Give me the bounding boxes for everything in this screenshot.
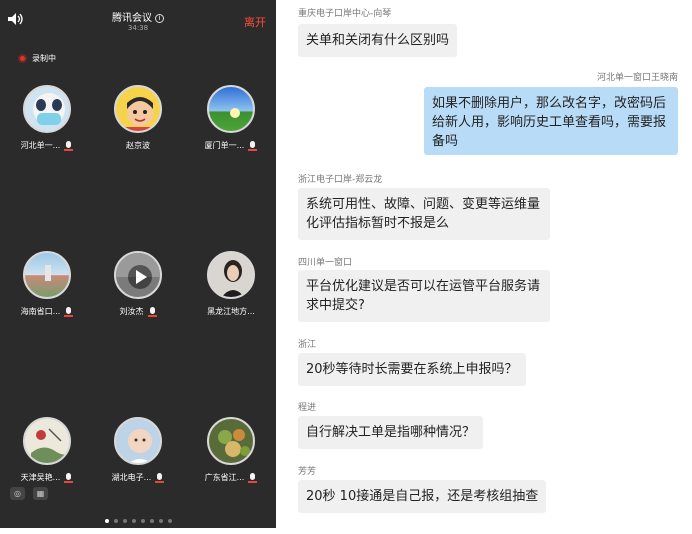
sender-name: 四川单一窗口 bbox=[298, 258, 353, 268]
landmark-avatar bbox=[23, 251, 71, 299]
screen: 腾讯会议 i 34:38 离开 录制中 河北单一... 赵京波 厦门单一... … bbox=[0, 0, 692, 534]
page-indicator[interactable] bbox=[0, 519, 276, 523]
panda-mask-avatar bbox=[23, 85, 71, 133]
meeting-topbar: 腾讯会议 i 34:38 离开 bbox=[0, 0, 276, 36]
participant-tile[interactable]: 黑龙江地方... bbox=[196, 251, 266, 317]
sender-name: 浙江 bbox=[298, 340, 317, 350]
participant-name: 天津吴艳... bbox=[20, 473, 61, 482]
participant-tile[interactable]: 赵京波 bbox=[103, 85, 173, 151]
recording-indicator: 录制中 bbox=[18, 53, 56, 64]
chat-bubble[interactable]: 系统可用性、故障、问题、变更等运维量化评估指标暂时不报是么 bbox=[298, 188, 550, 240]
participant-name: 黑龙江地方... bbox=[207, 307, 255, 316]
mic-icon bbox=[248, 140, 258, 151]
woman-portrait-avatar bbox=[207, 251, 255, 299]
page-dot[interactable] bbox=[122, 519, 127, 523]
page-dot[interactable] bbox=[113, 519, 118, 523]
participant-name: 湖北电子... bbox=[111, 473, 152, 482]
sender-name: 河北单一窗口王晓南 bbox=[596, 73, 678, 83]
page-dot[interactable] bbox=[104, 519, 109, 523]
chat-bubble-self[interactable]: 如果不删除用户，那么改名字，改密码后给新人用，影响历史工单查看吗，需要报备吗 bbox=[424, 87, 678, 155]
baby-avatar bbox=[114, 417, 162, 465]
page-dot[interactable] bbox=[140, 519, 145, 523]
participant-tile[interactable]: 天津吴艳... bbox=[12, 417, 82, 483]
chat-bubble[interactable]: 关单和关闭有什么区别吗 bbox=[298, 24, 458, 57]
landscape-avatar bbox=[207, 85, 255, 133]
participant-name: 海南省口... bbox=[20, 307, 61, 316]
chat-bubble[interactable]: 平台优化建议是否可以在运管平台服务请求中提交? bbox=[298, 270, 550, 322]
meeting-title-text: 腾讯会议 bbox=[112, 13, 152, 24]
chat-bubble[interactable]: 20秒等待时长需要在系统上申报吗？ bbox=[298, 353, 526, 386]
participant-name: 厦门单一... bbox=[204, 141, 245, 150]
page-dot[interactable] bbox=[131, 519, 136, 523]
meeting-panel: 腾讯会议 i 34:38 离开 录制中 河北单一... 赵京波 厦门单一... … bbox=[0, 0, 276, 528]
page-dot[interactable] bbox=[149, 519, 154, 523]
participant-tile[interactable]: 厦门单一... bbox=[196, 85, 266, 151]
bottom-toolbar: ◎ ▦ bbox=[10, 487, 48, 500]
leave-button[interactable]: 离开 bbox=[244, 14, 266, 30]
video-avatar bbox=[114, 251, 162, 299]
participant-tile[interactable]: 广东省江... bbox=[196, 417, 266, 483]
chat-bubble[interactable]: 自行解决工单是指哪种情况？ bbox=[298, 416, 484, 449]
keyboard-icon[interactable]: ▦ bbox=[33, 487, 48, 500]
record-dot-icon bbox=[18, 54, 27, 63]
cartoon-boy-avatar bbox=[114, 85, 162, 133]
sender-name: 程进 bbox=[298, 403, 317, 413]
meeting-duration: 34:38 bbox=[127, 24, 149, 32]
sender-name: 芳芳 bbox=[298, 467, 317, 477]
page-dot[interactable] bbox=[158, 519, 163, 523]
participant-tile[interactable]: 河北单一... bbox=[12, 85, 82, 151]
participant-name: 河北单一... bbox=[20, 141, 61, 150]
participant-name: 赵京波 bbox=[126, 141, 150, 150]
mic-icon bbox=[155, 472, 165, 483]
mic-icon bbox=[64, 140, 74, 151]
mic-icon bbox=[64, 472, 74, 483]
food-avatar bbox=[207, 417, 255, 465]
mic-icon bbox=[147, 306, 157, 317]
chat-bubble[interactable]: 20秒 10接通是自己报，还是考核组抽查 bbox=[298, 480, 547, 513]
chat-panel: 重庆电子口岸中心-向琴 关单和关闭有什么区别吗 河北单一窗口王晓南 如果不删除用… bbox=[276, 0, 692, 534]
page-dot[interactable] bbox=[167, 519, 172, 523]
participant-tile[interactable]: 湖北电子... bbox=[103, 417, 173, 483]
painting-avatar bbox=[23, 417, 71, 465]
meeting-title: 腾讯会议 i bbox=[0, 9, 276, 24]
mic-icon bbox=[64, 306, 74, 317]
globe-icon[interactable]: ◎ bbox=[10, 487, 25, 500]
participant-tile[interactable]: 刘汝杰 bbox=[103, 251, 173, 317]
participant-name: 广东省江... bbox=[204, 473, 245, 482]
info-icon[interactable]: i bbox=[155, 14, 164, 23]
sender-name: 浙江电子口岸-郑云龙 bbox=[298, 175, 383, 185]
participant-name: 刘汝杰 bbox=[119, 307, 144, 316]
mic-icon bbox=[248, 472, 258, 483]
sender-name: 重庆电子口岸中心-向琴 bbox=[298, 9, 392, 19]
recording-label: 录制中 bbox=[32, 54, 56, 63]
participant-tile[interactable]: 海南省口... bbox=[12, 251, 82, 317]
